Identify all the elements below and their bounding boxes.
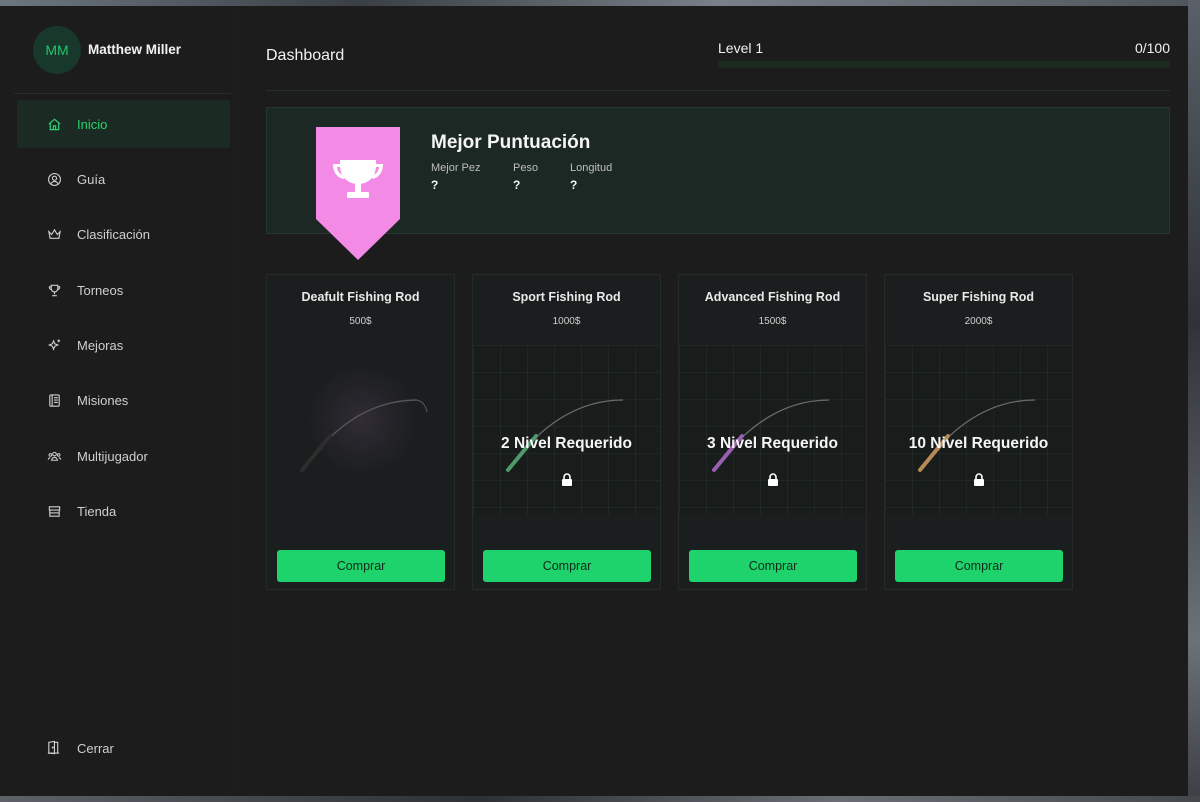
user-circle-icon bbox=[46, 171, 62, 187]
rod-card-super: Super Fishing Rod 2000$ 10 Nivel Requeri… bbox=[884, 274, 1073, 590]
sidebar-item-label: Mejoras bbox=[77, 338, 124, 354]
buy-button[interactable]: Comprar bbox=[483, 550, 651, 582]
buy-button[interactable]: Comprar bbox=[689, 550, 857, 582]
header-divider bbox=[266, 90, 1170, 91]
stat-value: ? bbox=[513, 178, 521, 192]
home-icon bbox=[46, 116, 62, 132]
rod-price: 1000$ bbox=[552, 316, 581, 327]
fishing-rod-icon bbox=[918, 399, 1036, 472]
rod-name: Advanced Fishing Rod bbox=[704, 290, 841, 304]
rod-price: 500$ bbox=[349, 316, 372, 327]
crown-icon bbox=[46, 227, 62, 243]
stat-label: Longitud bbox=[570, 162, 613, 174]
sidebar-item-tienda[interactable]: Tienda bbox=[17, 488, 230, 536]
logout-button[interactable]: Cerrar bbox=[17, 724, 231, 772]
sidebar-item-clasificacion[interactable]: Clasificación bbox=[17, 211, 230, 259]
sidebar-item-label: Guía bbox=[77, 171, 106, 187]
users-icon bbox=[46, 448, 62, 464]
fishing-rod-icon bbox=[506, 399, 624, 472]
sidebar-item-multijugador[interactable]: Multijugador bbox=[17, 432, 230, 480]
main-content: Dashboard Level 1 0/100 Mejor Puntuación… bbox=[238, 6, 1188, 796]
sidebar-item-inicio[interactable]: Inicio bbox=[17, 100, 230, 148]
sidebar-nav: Inicio Guía Clasificación Torneos Mejora… bbox=[0, 100, 237, 536]
xp-progress-bar bbox=[718, 61, 1170, 68]
background-right bbox=[1188, 0, 1200, 802]
avatar: MM bbox=[33, 25, 81, 74]
level-requirement: 10 Nivel Requerido bbox=[908, 435, 1049, 452]
stat-label: Peso bbox=[513, 162, 539, 174]
stat-length: Longitud ? bbox=[570, 162, 612, 192]
page-title: Dashboard bbox=[266, 47, 345, 64]
sidebar-item-label: Misiones bbox=[77, 393, 129, 409]
sidebar: MM Matthew Miller Inicio Guía Clasificac… bbox=[0, 6, 238, 796]
trophy-ribbon bbox=[316, 127, 400, 260]
fishing-rod-icon bbox=[712, 399, 830, 472]
fishing-rod-icon bbox=[300, 399, 428, 472]
rod-preview bbox=[885, 345, 1072, 515]
best-score-card bbox=[266, 107, 1170, 234]
level-requirement: 3 Nivel Requerido bbox=[707, 435, 838, 452]
stat-value: ? bbox=[570, 178, 578, 192]
app-window: MM Matthew Miller Inicio Guía Clasificac… bbox=[0, 6, 1188, 796]
stat-value: ? bbox=[431, 178, 439, 192]
sidebar-item-label: Tienda bbox=[77, 504, 117, 520]
rod-card-sport: Sport Fishing Rod 1000$ 2 Nivel Requerid… bbox=[472, 274, 661, 590]
rod-card-advanced: Advanced Fishing Rod 1500$ 3 Nivel Reque… bbox=[678, 274, 867, 590]
level-label: Level 1 bbox=[718, 40, 764, 56]
lock-icon bbox=[561, 473, 572, 486]
sidebar-item-torneos[interactable]: Torneos bbox=[17, 266, 230, 314]
rod-preview bbox=[473, 345, 660, 515]
sidebar-item-label: Clasificación bbox=[77, 227, 150, 243]
buy-button[interactable]: Comprar bbox=[895, 550, 1063, 582]
stat-best-fish: Mejor Pez ? bbox=[431, 162, 481, 192]
lock-icon bbox=[973, 473, 984, 486]
trophy-icon bbox=[46, 282, 62, 298]
rod-preview bbox=[679, 345, 866, 515]
background-bottom bbox=[0, 796, 1200, 802]
sidebar-item-label: Inicio bbox=[77, 116, 108, 132]
buy-button[interactable]: Comprar bbox=[277, 550, 445, 582]
stat-weight: Peso ? bbox=[513, 162, 538, 192]
profile-name: Matthew Miller bbox=[88, 42, 182, 57]
rod-price: 2000$ bbox=[964, 316, 993, 327]
book-icon bbox=[46, 393, 62, 409]
sidebar-item-mejoras[interactable]: Mejoras bbox=[17, 322, 230, 370]
exit-door-icon bbox=[46, 740, 62, 756]
xp-count: 0/100 bbox=[1134, 40, 1170, 56]
stat-label: Mejor Pez bbox=[431, 162, 481, 174]
profile-header: MM Matthew Miller bbox=[14, 6, 231, 94]
rod-name: Sport Fishing Rod bbox=[512, 290, 621, 304]
logout-label: Cerrar bbox=[77, 740, 114, 756]
rod-name: Super Fishing Rod bbox=[922, 290, 1035, 304]
store-icon bbox=[46, 504, 62, 520]
sparkle-icon bbox=[46, 338, 62, 354]
rod-card-default: Deafult Fishing Rod 500$ Comprar bbox=[266, 274, 455, 590]
rod-price: 1500$ bbox=[758, 316, 787, 327]
lock-icon bbox=[767, 473, 778, 486]
rod-preview bbox=[267, 345, 454, 515]
sidebar-item-guia[interactable]: Guía bbox=[17, 155, 230, 203]
sidebar-item-label: Multijugador bbox=[77, 448, 148, 464]
level-requirement: 2 Nivel Requerido bbox=[501, 435, 632, 452]
sidebar-item-label: Torneos bbox=[77, 282, 124, 298]
rod-name: Deafult Fishing Rod bbox=[301, 290, 420, 304]
best-score-title: Mejor Puntuación bbox=[431, 132, 591, 153]
sidebar-item-misiones[interactable]: Misiones bbox=[17, 377, 230, 425]
